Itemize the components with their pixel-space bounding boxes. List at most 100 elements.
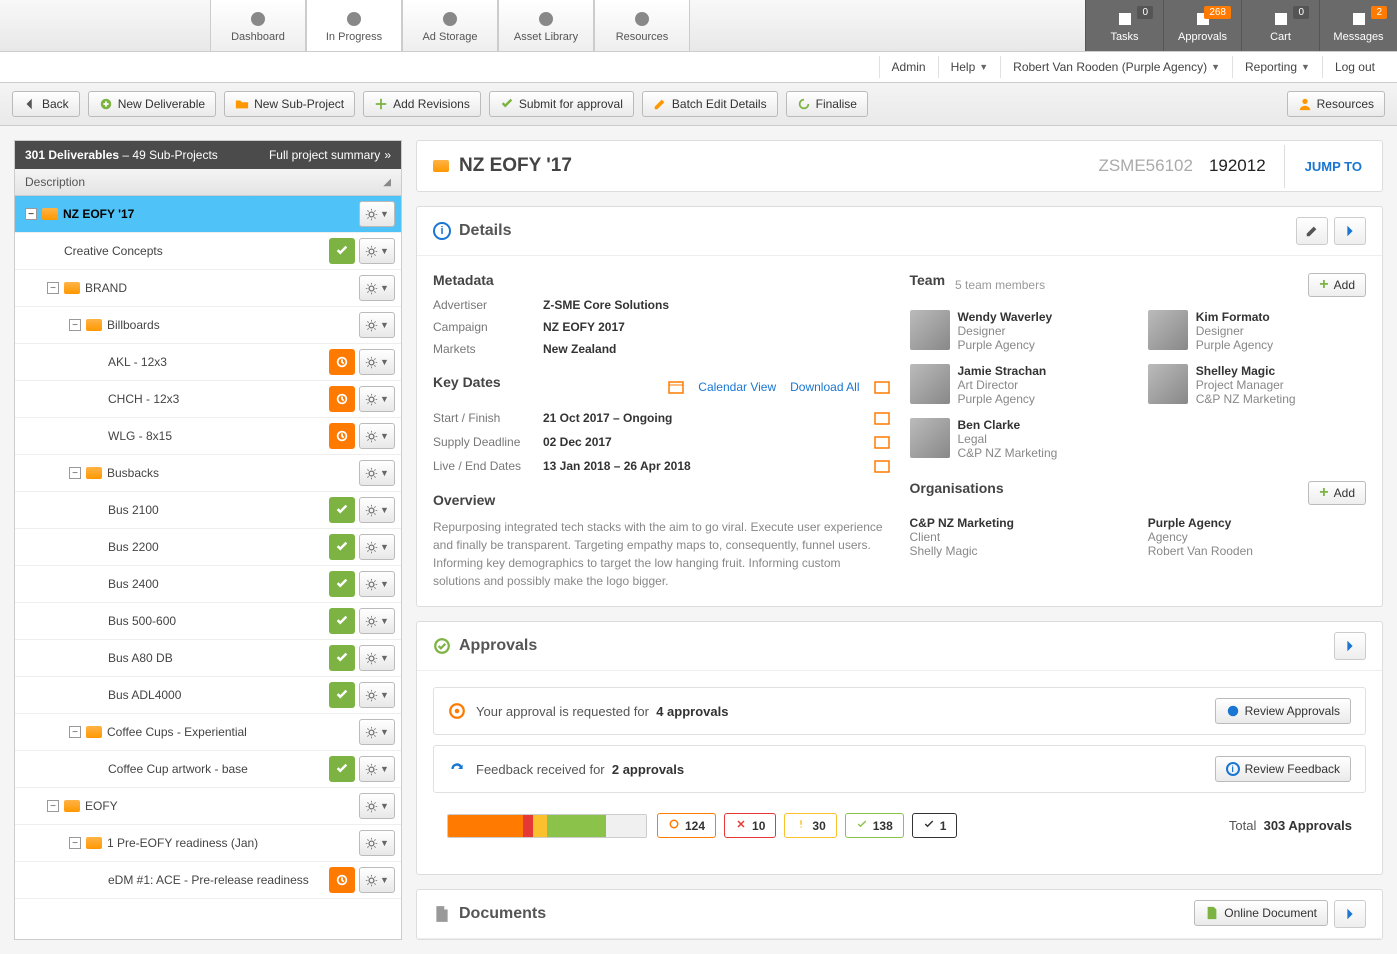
tree-row[interactable]: Creative Concepts▼: [15, 233, 401, 270]
row-menu-button[interactable]: ▼: [359, 201, 395, 227]
team-member[interactable]: Ben ClarkeLegalC&P NZ Marketing: [910, 418, 1128, 460]
review-feedback-button[interactable]: iReview Feedback: [1215, 756, 1351, 782]
review-approvals-button[interactable]: Review Approvals: [1215, 698, 1351, 724]
expand-approvals-button[interactable]: [1334, 632, 1366, 660]
team-member[interactable]: Jamie StrachanArt DirectorPurple Agency: [910, 364, 1128, 406]
calendar-download-icon[interactable]: [874, 379, 890, 395]
expander-icon[interactable]: −: [69, 467, 81, 479]
tree-row[interactable]: −1 Pre-EOFY readiness (Jan)▼: [15, 825, 401, 862]
new-deliverable-button[interactable]: New Deliverable: [88, 91, 216, 117]
row-menu-button[interactable]: ▼: [359, 460, 395, 486]
row-menu-button[interactable]: ▼: [359, 571, 395, 597]
stat-chip[interactable]: 30: [784, 813, 836, 838]
expander-icon[interactable]: −: [69, 837, 81, 849]
new-subproject-button[interactable]: New Sub-Project: [224, 91, 355, 117]
tree-row[interactable]: Bus ADL4000▼: [15, 677, 401, 714]
row-menu-button[interactable]: ▼: [359, 275, 395, 301]
finalise-button[interactable]: Finalise: [786, 91, 868, 117]
row-menu-button[interactable]: ▼: [359, 497, 395, 523]
nav-cart[interactable]: Cart0: [1241, 0, 1319, 51]
tree-row[interactable]: Coffee Cup artwork - base▼: [15, 751, 401, 788]
add-org-button[interactable]: +Add: [1308, 481, 1366, 505]
online-document-button[interactable]: Online Document: [1194, 900, 1328, 926]
row-menu-button[interactable]: ▼: [359, 719, 395, 745]
tree-row[interactable]: −Billboards▼: [15, 307, 401, 344]
deliverables-sidebar: 301 Deliverables – 49 Sub-Projects Full …: [14, 140, 402, 940]
tree-row[interactable]: −NZ EOFY '17▼: [15, 196, 401, 233]
add-team-button[interactable]: +Add: [1308, 273, 1366, 297]
expander-icon[interactable]: −: [25, 208, 37, 220]
nav-tab-in-progress[interactable]: In Progress: [306, 0, 402, 51]
calendar-add-icon[interactable]: [874, 410, 890, 426]
team-member[interactable]: Kim FormatoDesignerPurple Agency: [1148, 310, 1366, 352]
nav-tab-ad-storage[interactable]: Ad Storage: [402, 0, 498, 51]
row-menu-button[interactable]: ▼: [359, 645, 395, 671]
tree-row[interactable]: −EOFY▼: [15, 788, 401, 825]
calendar-view-link[interactable]: Calendar View: [698, 380, 776, 394]
row-menu-button[interactable]: ▼: [359, 682, 395, 708]
expander-icon[interactable]: −: [69, 726, 81, 738]
row-menu-button[interactable]: ▼: [359, 830, 395, 856]
jump-to-button[interactable]: JUMP TO: [1284, 145, 1382, 188]
full-summary-link[interactable]: Full project summary »: [269, 148, 391, 162]
batch-edit-button[interactable]: Batch Edit Details: [642, 91, 778, 117]
reporting-menu[interactable]: Reporting ▼: [1232, 56, 1322, 78]
tree-row[interactable]: Bus 2400▼: [15, 566, 401, 603]
logout-link[interactable]: Log out: [1322, 56, 1387, 78]
stat-chip[interactable]: 10: [724, 813, 776, 838]
edit-button[interactable]: [1296, 217, 1328, 245]
tree-row[interactable]: CHCH - 12x3▼: [15, 381, 401, 418]
expand-documents-button[interactable]: [1334, 900, 1366, 928]
admin-link[interactable]: Admin: [879, 56, 938, 78]
details-panel: i Details Metadata AdvertiserZ-SME Core …: [416, 206, 1383, 607]
user-menu[interactable]: Robert Van Rooden (Purple Agency) ▼: [1000, 56, 1232, 78]
resources-button[interactable]: Resources: [1287, 91, 1385, 117]
stat-chip[interactable]: 138: [845, 813, 904, 838]
nav-tab-resources[interactable]: Resources: [594, 0, 690, 51]
nav-tab-asset-library[interactable]: Asset Library: [498, 0, 594, 51]
tree-row[interactable]: −BRAND▼: [15, 270, 401, 307]
help-menu[interactable]: Help ▼: [938, 56, 1001, 78]
row-menu-button[interactable]: ▼: [359, 423, 395, 449]
nav-tab-dashboard[interactable]: Dashboard: [210, 0, 306, 51]
stat-chip[interactable]: 1: [912, 813, 958, 838]
sidebar-column-header[interactable]: Description ◢: [15, 169, 401, 196]
expand-button[interactable]: [1334, 217, 1366, 245]
row-menu-button[interactable]: ▼: [359, 793, 395, 819]
tree-row[interactable]: Bus 500-600▼: [15, 603, 401, 640]
tree-row[interactable]: WLG - 8x15▼: [15, 418, 401, 455]
tree-row[interactable]: AKL - 12x3▼: [15, 344, 401, 381]
row-menu-button[interactable]: ▼: [359, 756, 395, 782]
expander-icon[interactable]: −: [47, 282, 59, 294]
tree-row[interactable]: Bus 2100▼: [15, 492, 401, 529]
submit-approval-button[interactable]: Submit for approval: [489, 91, 634, 117]
row-menu-button[interactable]: ▼: [359, 312, 395, 338]
download-all-link[interactable]: Download All: [790, 380, 859, 394]
calendar-add-icon[interactable]: [874, 458, 890, 474]
calendar-add-icon[interactable]: [874, 434, 890, 450]
row-menu-button[interactable]: ▼: [359, 386, 395, 412]
tree-row[interactable]: Bus 2200▼: [15, 529, 401, 566]
organisation[interactable]: Purple AgencyAgencyRobert Van Rooden: [1148, 516, 1366, 558]
nav-messages[interactable]: Messages2: [1319, 0, 1397, 51]
nav-approvals[interactable]: Approvals268: [1163, 0, 1241, 51]
expander-icon[interactable]: −: [69, 319, 81, 331]
row-menu-button[interactable]: ▼: [359, 238, 395, 264]
team-member[interactable]: Shelley MagicProject ManagerC&P NZ Marke…: [1148, 364, 1366, 406]
tree-row[interactable]: Bus A80 DB▼: [15, 640, 401, 677]
row-menu-button[interactable]: ▼: [359, 608, 395, 634]
nav-icon: [1271, 9, 1291, 29]
tree-row[interactable]: −Coffee Cups - Experiential▼: [15, 714, 401, 751]
row-menu-button[interactable]: ▼: [359, 349, 395, 375]
team-member[interactable]: Wendy WaverleyDesignerPurple Agency: [910, 310, 1128, 352]
row-menu-button[interactable]: ▼: [359, 867, 395, 893]
add-revisions-button[interactable]: Add Revisions: [363, 91, 481, 117]
row-menu-button[interactable]: ▼: [359, 534, 395, 560]
tree-row[interactable]: eDM #1: ACE - Pre-release readiness▼: [15, 862, 401, 899]
stat-chip[interactable]: 124: [657, 813, 716, 838]
organisation[interactable]: C&P NZ MarketingClientShelly Magic: [910, 516, 1128, 558]
nav-tasks[interactable]: Tasks0: [1085, 0, 1163, 51]
back-button[interactable]: Back: [12, 91, 80, 117]
tree-row[interactable]: −Busbacks▼: [15, 455, 401, 492]
expander-icon[interactable]: −: [47, 800, 59, 812]
